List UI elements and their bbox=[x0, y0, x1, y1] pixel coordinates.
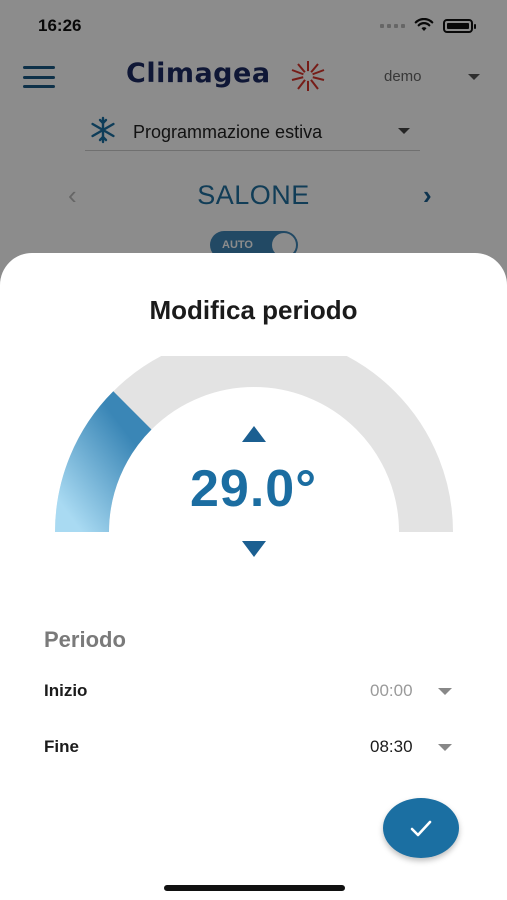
chevron-down-icon[interactable] bbox=[438, 688, 452, 695]
checkmark-icon bbox=[410, 820, 432, 837]
end-label: Fine bbox=[44, 737, 79, 756]
start-label: Inizio bbox=[44, 681, 88, 700]
chevron-down-icon[interactable] bbox=[438, 744, 452, 751]
start-time-select[interactable]: 00:00 bbox=[370, 681, 413, 701]
decrease-temperature-button[interactable] bbox=[242, 541, 266, 557]
sheet-title: Modifica periodo bbox=[149, 295, 358, 325]
temperature-value: 29.0° bbox=[189, 460, 317, 518]
period-title: Periodo bbox=[44, 627, 126, 652]
edit-period-sheet: Modifica periodo 29.0° Periodo Inizio 00… bbox=[0, 253, 507, 900]
confirm-button[interactable] bbox=[383, 798, 459, 858]
increase-temperature-button[interactable] bbox=[242, 426, 266, 442]
home-indicator bbox=[164, 885, 345, 891]
end-time-select[interactable]: 08:30 bbox=[370, 737, 413, 757]
